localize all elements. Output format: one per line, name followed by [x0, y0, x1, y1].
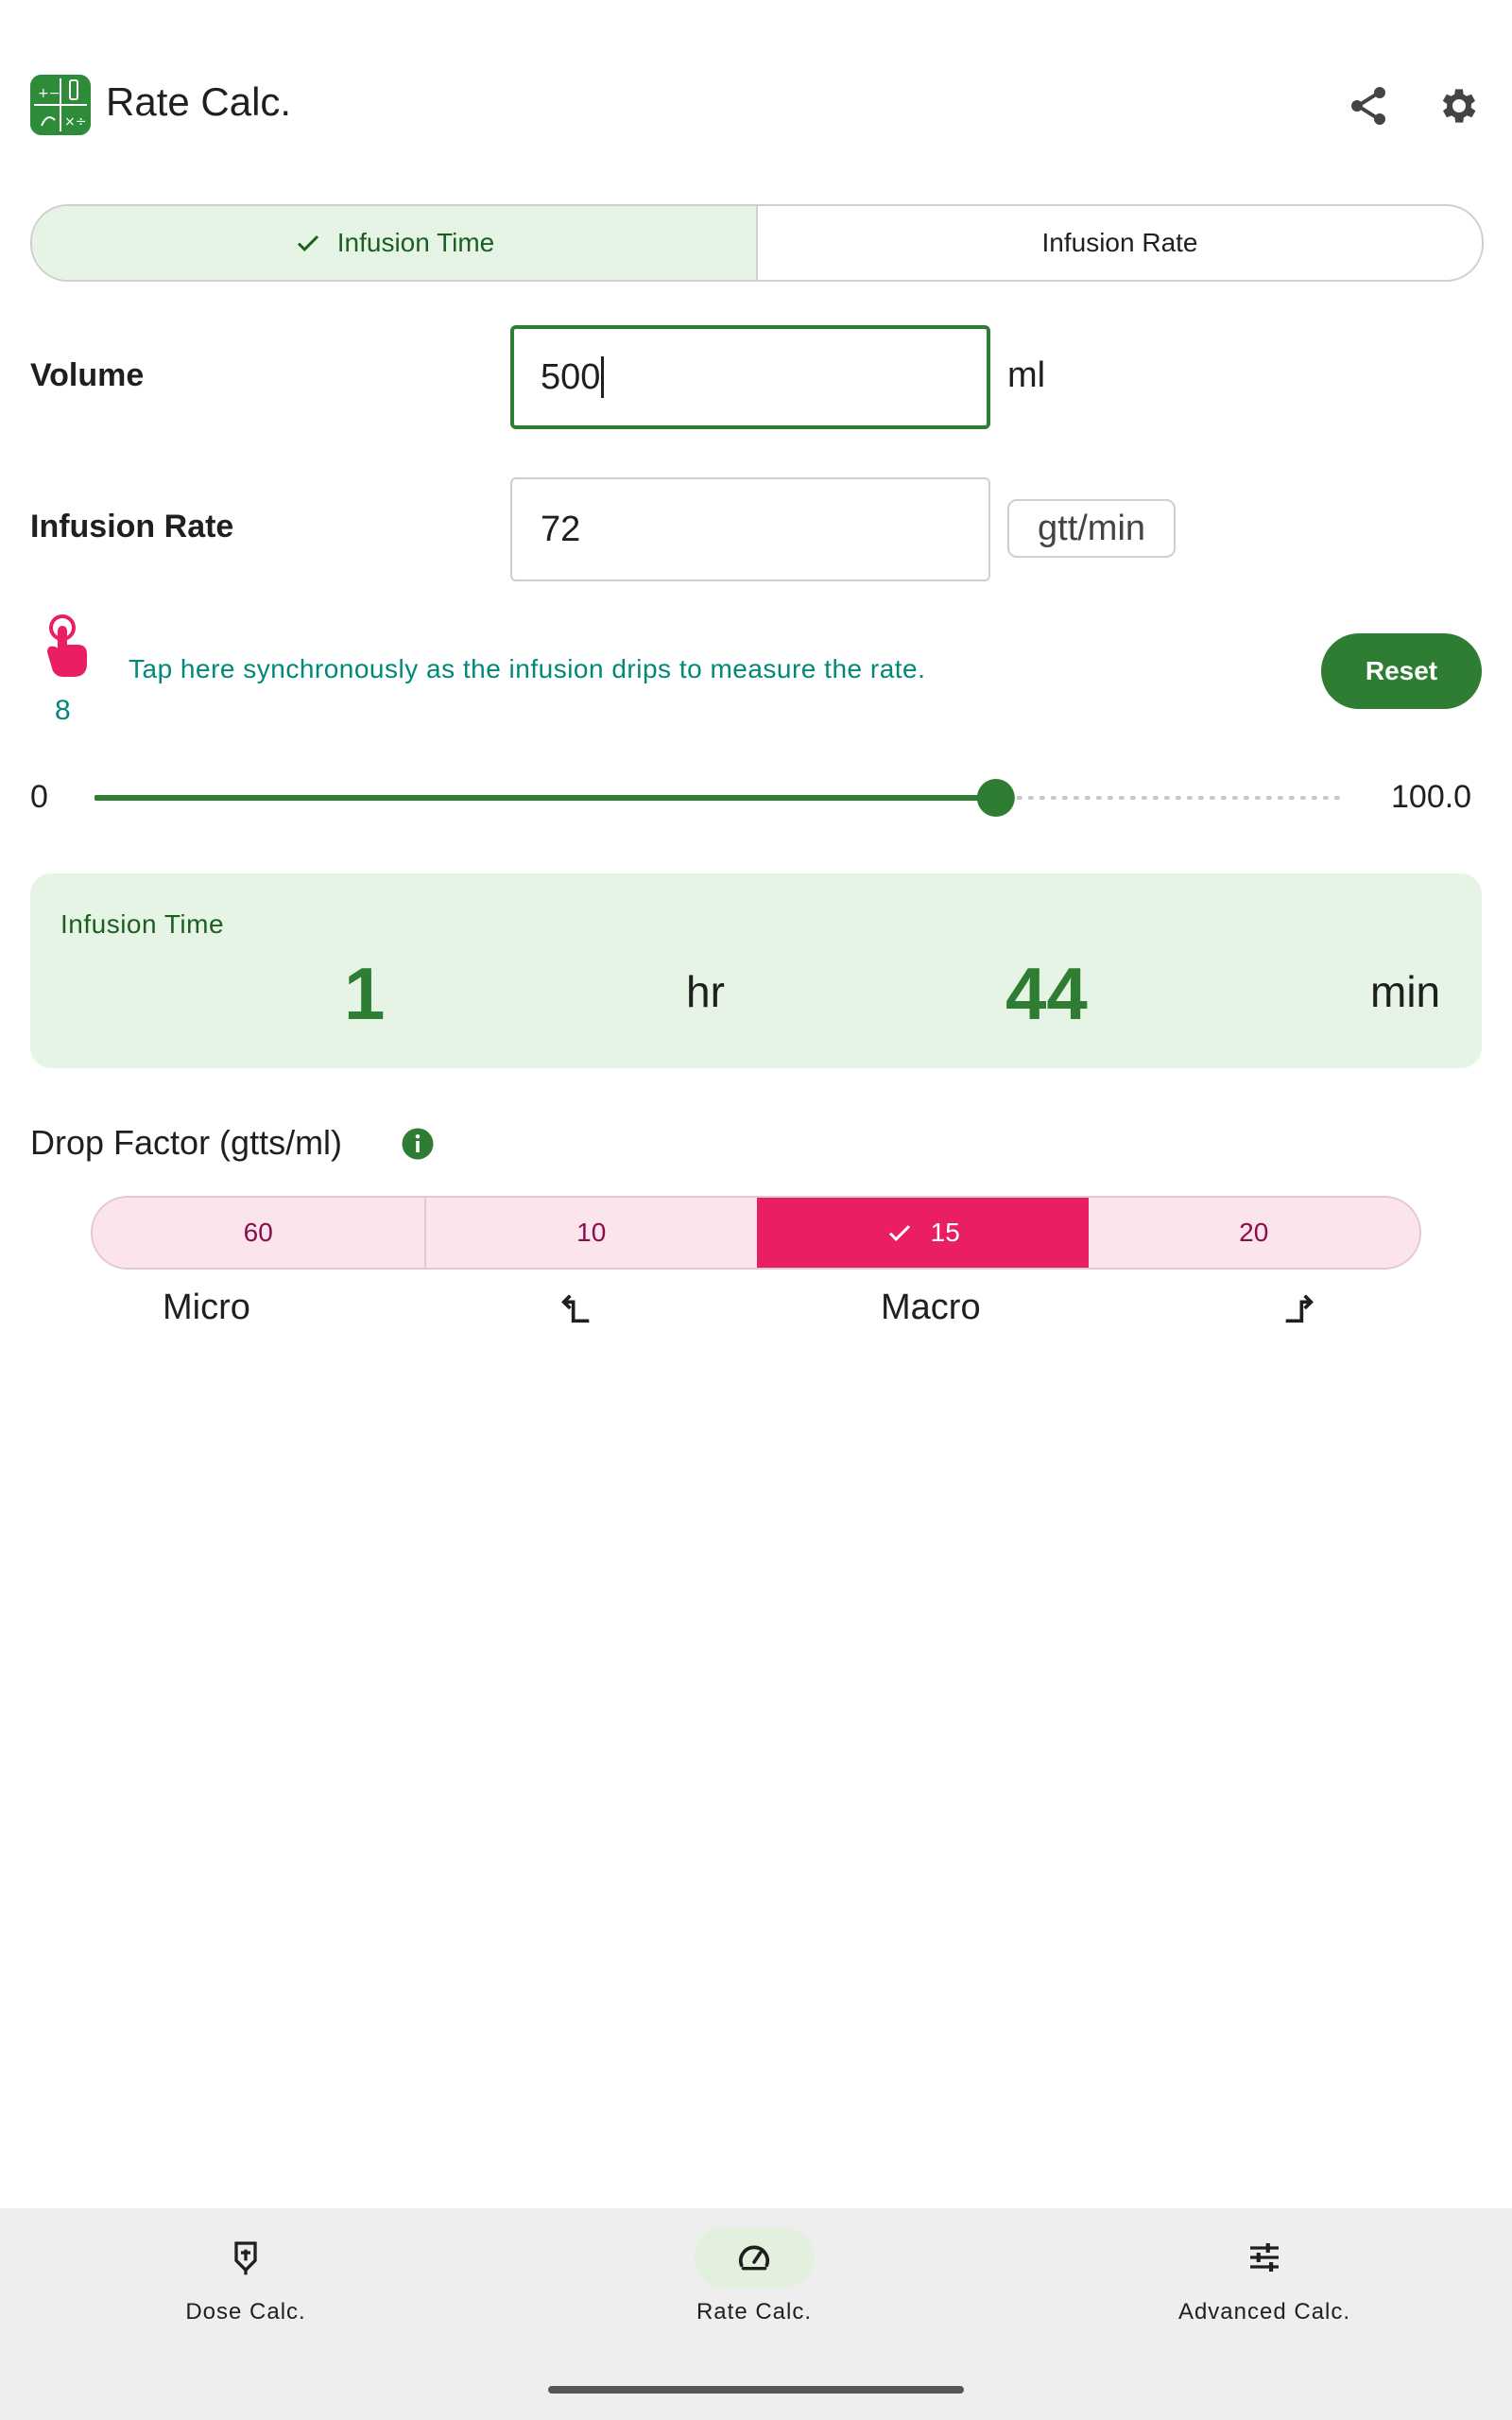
drop-factor-label: Drop Factor (gtts/ml) — [30, 1123, 343, 1162]
nav-rate-calc[interactable]: Rate Calc. — [565, 2227, 943, 2325]
result-hours-unit: hr — [686, 967, 725, 1016]
app-logo-icon: +− ×÷ — [30, 75, 91, 135]
result-minutes: 44 — [1005, 952, 1088, 1035]
tab-infusion-time[interactable]: Infusion Time — [32, 206, 758, 280]
tab-label: Infusion Rate — [1041, 228, 1198, 257]
reset-button[interactable]: Reset — [1321, 633, 1482, 709]
slider-min-label: 0 — [30, 779, 48, 815]
volume-label: Volume — [30, 357, 145, 393]
svg-text:+−: +− — [38, 86, 60, 101]
rate-unit-selector[interactable]: gtt/min — [1007, 499, 1177, 558]
turn-right-arrow-icon — [1280, 1289, 1317, 1327]
info-icon[interactable] — [401, 1127, 435, 1161]
option-label: 15 — [930, 1218, 960, 1247]
speedometer-icon — [694, 2227, 815, 2288]
result-card — [30, 873, 1482, 1068]
mode-toggle: Infusion Time Infusion Rate — [30, 204, 1484, 282]
turn-left-arrow-icon — [558, 1289, 595, 1327]
drop-factor-option-60[interactable]: 60 — [93, 1198, 424, 1268]
infusion-rate-label: Infusion Rate — [30, 509, 234, 544]
sliders-icon — [1204, 2227, 1325, 2288]
app-title: Rate Calc. — [106, 79, 292, 124]
drop-factor-selector: 60 10 15 20 — [91, 1196, 1421, 1270]
macro-label: Macro — [881, 1288, 981, 1327]
svg-text:×÷: ×÷ — [64, 114, 86, 130]
home-indicator — [548, 2386, 964, 2394]
result-title: Infusion Time — [60, 909, 225, 939]
drop-factor-option-15[interactable]: 15 — [757, 1198, 1089, 1268]
rate-slider[interactable] — [94, 756, 1348, 839]
nav-label: Dose Calc. — [185, 2299, 306, 2325]
gear-icon[interactable] — [1436, 83, 1482, 129]
slider-thumb[interactable] — [976, 779, 1015, 817]
dose-calc-icon — [185, 2227, 306, 2288]
tap-hand-icon[interactable] — [34, 614, 94, 679]
option-label: 10 — [576, 1218, 607, 1247]
tab-infusion-rate[interactable]: Infusion Rate — [758, 206, 1482, 280]
volume-unit: ml — [1007, 355, 1046, 395]
infusion-rate-input[interactable]: 72 — [510, 477, 990, 581]
result-minutes-unit: min — [1370, 967, 1441, 1016]
share-icon[interactable] — [1346, 83, 1391, 129]
text-caret — [601, 356, 605, 398]
nav-label: Rate Calc. — [696, 2299, 813, 2325]
tap-count: 8 — [55, 695, 71, 726]
micro-label: Micro — [163, 1288, 250, 1327]
option-label: 20 — [1239, 1218, 1269, 1247]
nav-dose-calc[interactable]: Dose Calc. — [57, 2227, 435, 2325]
drop-factor-option-20[interactable]: 20 — [1088, 1198, 1419, 1268]
nav-advanced-calc[interactable]: Advanced Calc. — [1075, 2227, 1453, 2325]
result-hours: 1 — [344, 952, 386, 1035]
drop-factor-option-10[interactable]: 10 — [423, 1198, 757, 1268]
nav-label: Advanced Calc. — [1177, 2299, 1351, 2325]
check-icon — [297, 235, 318, 251]
check-icon — [888, 1225, 910, 1241]
volume-value: 500 — [541, 356, 601, 397]
tab-label: Infusion Time — [336, 228, 495, 257]
infusion-rate-value: 72 — [541, 509, 581, 549]
option-label: 60 — [243, 1218, 273, 1247]
volume-input[interactable]: 500 — [510, 325, 990, 429]
slider-max-label: 100.0 — [1391, 779, 1472, 815]
tap-hint-text[interactable]: Tap here synchronously as the infusion d… — [129, 654, 925, 684]
